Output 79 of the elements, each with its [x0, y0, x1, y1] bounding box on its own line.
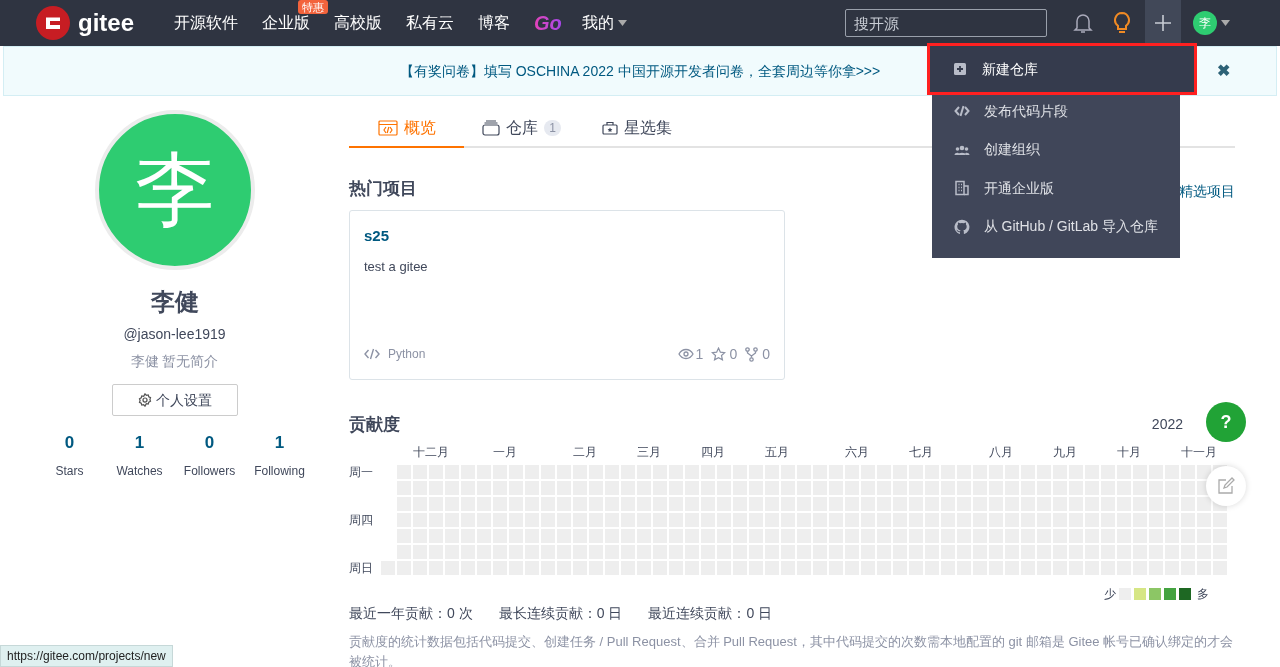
- contribution-summary: 最近一年贡献：0 次: [349, 604, 473, 623]
- month-label: 七月: [909, 444, 934, 461]
- legend-high: 多: [1197, 586, 1209, 603]
- contribution-summary: 最近连续贡献：0 日: [648, 604, 773, 623]
- menu-item[interactable]: 开通企业版: [932, 169, 1180, 208]
- profile-name: 李健: [150, 287, 199, 317]
- menu-item[interactable]: 发布代码片段: [932, 92, 1180, 131]
- status-url: https://gitee.com/projects/new: [0, 645, 173, 667]
- profile-avatar: 李: [94, 110, 255, 270]
- plus-button[interactable]: [1145, 0, 1181, 46]
- year-label: 2022: [1151, 414, 1183, 434]
- stat-link[interactable]: 1 Following: [244, 430, 315, 480]
- project-description: test a gitee: [364, 258, 429, 276]
- logo-text[interactable]: gitee: [78, 5, 134, 41]
- plus-square-icon: [952, 61, 968, 77]
- promo-badge: 特惠: [298, 0, 328, 14]
- search-field[interactable]: 搜开源: [845, 9, 1047, 37]
- menu-item[interactable]: 新建仓库: [930, 46, 1194, 92]
- fork-icon: [745, 346, 759, 362]
- nav-link[interactable]: 私有云: [406, 14, 454, 32]
- star-box-icon: [601, 121, 618, 135]
- profile-tab[interactable]: 仓库 1: [464, 110, 579, 148]
- weekday-label: 周一: [349, 465, 373, 479]
- profile-tab[interactable]: 星选集: [579, 110, 694, 148]
- star-icon: [711, 346, 727, 362]
- light-bulb-icon[interactable]: [1113, 11, 1131, 35]
- fork-count: 0: [762, 344, 770, 364]
- watch-count: 1: [695, 344, 704, 364]
- github-icon: [954, 218, 970, 235]
- month-label: 四月: [701, 444, 726, 461]
- section-title: 热门项目: [349, 178, 417, 200]
- month-label: 一月: [493, 444, 518, 461]
- logo-icon: [36, 6, 70, 40]
- edit-icon: [1217, 477, 1235, 495]
- month-label: 八月: [989, 444, 1014, 461]
- stat-link[interactable]: 0 Stars: [34, 430, 105, 480]
- weekday-label: 周四: [349, 513, 373, 527]
- month-label: 三月: [637, 444, 662, 461]
- star-count: 0: [729, 344, 738, 364]
- gear-icon: [137, 393, 152, 407]
- month-label: 十月: [1117, 444, 1142, 461]
- legend-low: 少: [1104, 586, 1116, 603]
- featured-link[interactable]: 精选项目: [1179, 180, 1235, 202]
- month-label: 六月: [845, 444, 870, 461]
- eye-icon: [677, 348, 694, 360]
- nav-link[interactable]: 开源软件: [174, 14, 238, 32]
- month-label: 十一月: [1181, 444, 1218, 461]
- profile-handle: @jason-lee1919: [123, 325, 226, 344]
- weekday-label: 周日: [349, 561, 373, 575]
- caret-icon: [1221, 20, 1230, 26]
- month-label: 九月: [1053, 444, 1078, 461]
- language-label: Python: [388, 346, 426, 363]
- code-icon: [364, 348, 380, 360]
- nav-link[interactable]: 企业版: [262, 14, 310, 32]
- code-window-icon: [377, 120, 398, 136]
- menu-item[interactable]: 创建组织: [932, 130, 1180, 169]
- nav-link[interactable]: 高校版: [334, 14, 382, 32]
- bell-icon[interactable]: [1073, 12, 1093, 34]
- profile-bio: 李健 暂无简介: [130, 352, 219, 371]
- caret-icon: [617, 20, 627, 26]
- stack-icon: [482, 120, 501, 136]
- plus-icon: [1154, 14, 1172, 32]
- menu-item[interactable]: 从 GitHub / GitLab 导入仓库: [932, 207, 1180, 246]
- contribution-summary: 最长连续贡献：0 日: [498, 604, 623, 623]
- month-label: 二月: [573, 444, 598, 461]
- month-label: 十二月: [413, 444, 450, 461]
- building-icon: [954, 180, 970, 197]
- count-badge: 1: [544, 120, 561, 136]
- mine-menu[interactable]: 我的: [573, 11, 635, 35]
- settings-button[interactable]: 个人设置: [111, 384, 238, 416]
- stat-link[interactable]: 1 Watches: [104, 430, 175, 480]
- survey-link[interactable]: 【有奖问卷】填写 OSCHINA 2022 中国开源开发者问卷，全套周边等你拿>>>: [399, 60, 881, 82]
- close-button[interactable]: ✖: [1217, 59, 1230, 83]
- section-title: 贡献度: [349, 413, 400, 436]
- month-label: 五月: [765, 444, 790, 461]
- stat-link[interactable]: 0 Followers: [174, 430, 245, 480]
- project-name[interactable]: s25: [364, 224, 770, 247]
- nav-link[interactable]: 博客: [478, 14, 510, 32]
- contribution-note: 贡献度的统计数据包括代码提交、创建任务 / Pull Request、合并 Pull Request，其中代码提交的次数需本地配置的 git 邮箱是 Gitee 帐号已确认绑定的才会被统计。: [349, 633, 1235, 667]
